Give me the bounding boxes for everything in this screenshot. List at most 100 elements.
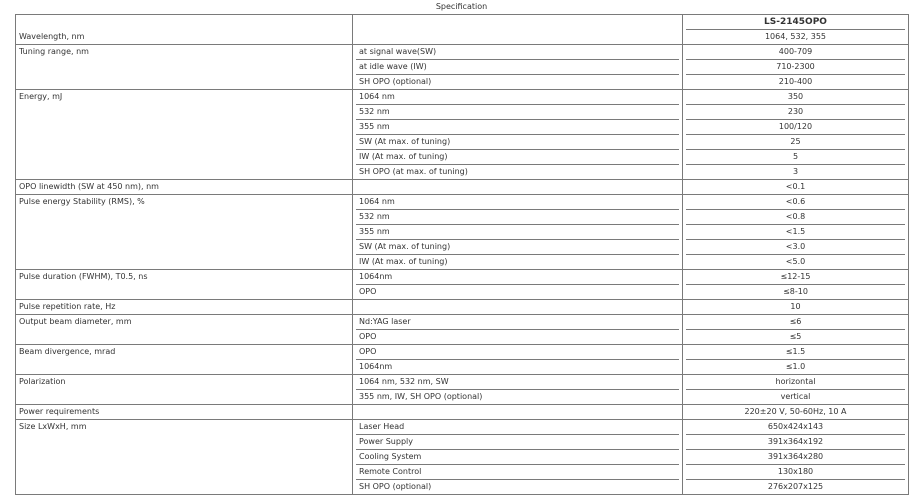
sub-label: at idle wave (IW) xyxy=(356,60,679,75)
spec-value: 391x364x280 xyxy=(686,450,905,465)
value-cell: ≤1.5 ≤1.0 xyxy=(682,344,909,375)
value-cell: horizontal vertical xyxy=(682,374,909,405)
sub-label: 1064 nm xyxy=(356,196,679,210)
sub-cell: at signal wave(SW) at idle wave (IW) SH OP… xyxy=(352,44,683,90)
sub-label: SW (At max. of tuning) xyxy=(356,240,679,255)
sub-cell xyxy=(352,179,683,195)
sub-label xyxy=(356,181,679,194)
spec-value: <0.6 xyxy=(686,196,905,210)
sub-label: OPO xyxy=(356,346,679,360)
table-caption: Specification xyxy=(435,2,488,11)
param-label: Pulse duration (FWHM), T0.5, ns xyxy=(15,269,353,300)
table-row: Tuning range, nm at signal wave(SW) at idl… xyxy=(15,44,909,90)
sub-label: 1064 nm, 532 nm, SW xyxy=(356,376,679,390)
sub-label: OPO xyxy=(359,287,377,296)
sub-cell: 1064 nm 532 nm 355 nm SW (At max. of tuning… xyxy=(352,89,683,180)
table-row: Polarization 1064 nm, 532 nm, SW 355 nm, I… xyxy=(15,374,909,405)
sub-cell: 1064 nm, 532 nm, SW 355 nm, IW, SH OPO (o… xyxy=(352,374,683,405)
spec-value: 220±20 V, 50-60Hz, 10 A xyxy=(744,407,847,416)
spec-value: 210-400 xyxy=(778,77,813,86)
sub-label: Power Supply xyxy=(356,435,679,450)
param-label: OPO linewidth (SW at 450 nm), nm xyxy=(15,179,353,195)
value-cell: 220±20 V, 50-60Hz, 10 A xyxy=(682,404,909,420)
spec-value: 25 xyxy=(686,135,905,150)
spec-value: 400-709 xyxy=(686,46,905,60)
sub-cell: Laser Head Power Supply Cooling System Remo… xyxy=(352,419,683,495)
spec-value: ≤12-15 xyxy=(686,271,905,285)
sub-cell: Nd:YAG laser OPO xyxy=(352,314,683,345)
spec-value: 10 xyxy=(790,302,801,311)
sub-cell: 1064 nm 532 nm 355 nm SW (At max. of tuning… xyxy=(352,194,683,270)
spec-value: <1.5 xyxy=(686,225,905,240)
value-cell: 400-709 710-2300 210-400 xyxy=(682,44,909,90)
spec-value: 710-2300 xyxy=(686,60,905,75)
value-cell: ≤12-15 ≤8-10 xyxy=(682,269,909,300)
sub-label: 355 nm, IW, SH OPO (optional) xyxy=(359,392,483,401)
spec-value: ≤5 xyxy=(789,332,802,341)
wavelength-value: 1064, 532, 355 xyxy=(764,32,827,41)
param-label: Pulse repetition rate, Hz xyxy=(15,299,353,315)
model-name: LS-2145OPO xyxy=(686,16,905,30)
spec-value: 650x424x143 xyxy=(686,421,905,435)
spec-value: ≤1.0 xyxy=(785,362,806,371)
spec-value: 391x364x192 xyxy=(686,435,905,450)
sub-label: SH OPO (optional) xyxy=(359,482,432,491)
value-cell: 350 230 100/120 25 5 3 xyxy=(682,89,909,180)
spec-value: 350 xyxy=(686,91,905,105)
sub-label: at signal wave(SW) xyxy=(356,46,679,60)
sub-label: 1064 nm xyxy=(356,91,679,105)
spec-value: 276x207x125 xyxy=(767,482,824,491)
spec-value: <0.1 xyxy=(785,182,806,191)
sub-label: 355 nm xyxy=(356,225,679,240)
wavelength-label: Wavelength, nm xyxy=(15,14,353,45)
spec-value: <0.8 xyxy=(686,210,905,225)
sub-label: Remote Control xyxy=(356,465,679,480)
spec-table: Wavelength, nm LS-2145OPO 1064, 532, 355… xyxy=(15,14,909,495)
spec-value: 230 xyxy=(686,105,905,120)
sub-label: Nd:YAG laser xyxy=(356,316,679,330)
param-label: Pulse energy Stability (RMS), % xyxy=(15,194,353,270)
param-label: Power requirements xyxy=(15,404,353,420)
spec-value: ≤8-10 xyxy=(783,287,808,296)
table-row: Pulse duration (FWHM), T0.5, ns 1064nm OPO… xyxy=(15,269,909,300)
value-cell: <0.6 <0.8 <1.5 <3.0 <5.0 xyxy=(682,194,909,270)
spec-value: <3.0 xyxy=(686,240,905,255)
spec-value: vertical xyxy=(780,392,811,401)
spec-value: <5.0 xyxy=(785,257,806,266)
table-row: Energy, mJ 1064 nm 532 nm 355 nm SW (At max.… xyxy=(15,89,909,180)
sub-label: SH OPO (optional) xyxy=(359,77,432,86)
spec-value: ≤1.5 xyxy=(686,346,905,360)
table-row: OPO linewidth (SW at 450 nm), nm <0.1 xyxy=(15,179,909,195)
sub-label: 1064nm xyxy=(356,271,679,285)
sub-label: 355 nm xyxy=(356,120,679,135)
param-label: Output beam diameter, mm xyxy=(15,314,353,345)
header-row: Wavelength, nm LS-2145OPO 1064, 532, 355 xyxy=(15,14,909,45)
param-label: Beam divergence, mrad xyxy=(15,344,353,375)
sub-label: 532 nm xyxy=(356,105,679,120)
table-row: Size LxWxH, mm Laser Head Power Supply Cool… xyxy=(15,419,909,495)
spec-value: ≤6 xyxy=(686,316,905,330)
table-row: Beam divergence, mrad OPO 1064nm ≤1.5 ≤1.0 xyxy=(15,344,909,375)
spec-value: horizontal xyxy=(686,376,905,390)
spec-value: 5 xyxy=(686,150,905,165)
table-row: Power requirements 220±20 V, 50-60Hz, 10 … xyxy=(15,404,909,420)
sub-label xyxy=(356,301,679,314)
table-row: Pulse energy Stability (RMS), % 1064 nm 53… xyxy=(15,194,909,270)
sub-label: SW (At max. of tuning) xyxy=(356,135,679,150)
sub-label xyxy=(356,406,679,419)
sub-cell xyxy=(352,404,683,420)
param-label: Size LxWxH, mm xyxy=(15,419,353,495)
sub-cell: 1064nm OPO xyxy=(352,269,683,300)
sub-cell xyxy=(352,299,683,315)
sub-label: 1064nm xyxy=(359,362,393,371)
sub-label: IW (At max. of tuning) xyxy=(359,257,448,266)
spec-value: 130x180 xyxy=(686,465,905,480)
param-label: Tuning range, nm xyxy=(15,44,353,90)
sub-label: Laser Head xyxy=(356,421,679,435)
table-row: Pulse repetition rate, Hz 10 xyxy=(15,299,909,315)
spec-value: 3 xyxy=(792,167,799,176)
sub-label: OPO xyxy=(359,332,377,341)
value-cell: 10 xyxy=(682,299,909,315)
value-cell: ≤6 ≤5 xyxy=(682,314,909,345)
header-empty-cell xyxy=(352,14,683,45)
